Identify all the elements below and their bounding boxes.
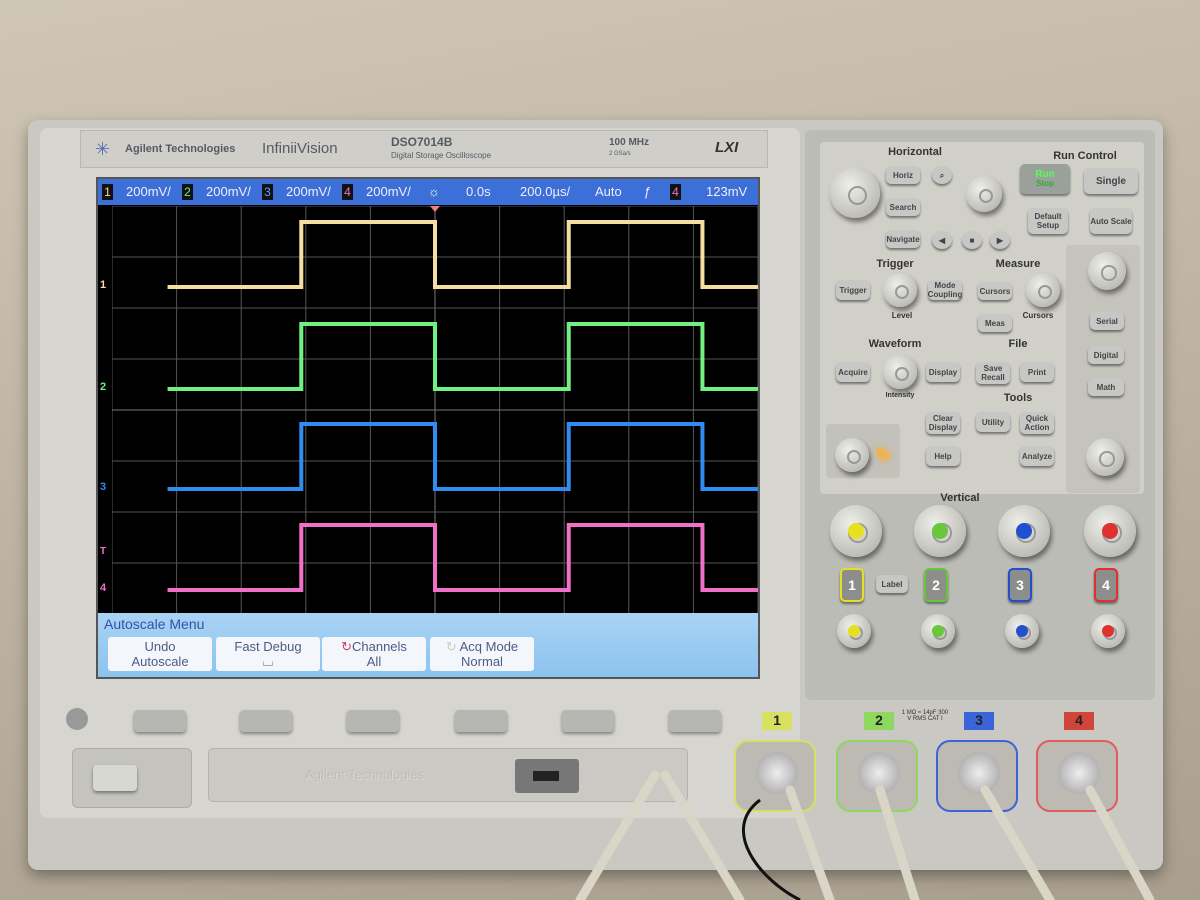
probe-cable [980, 785, 1055, 900]
probe-cable [785, 785, 835, 900]
probe-cable [875, 785, 920, 900]
probe-cable [575, 770, 660, 900]
probe-cable [1085, 785, 1155, 900]
ground-lead [741, 798, 801, 900]
probe-cables [575, 770, 1155, 900]
probe-cable [660, 770, 745, 900]
